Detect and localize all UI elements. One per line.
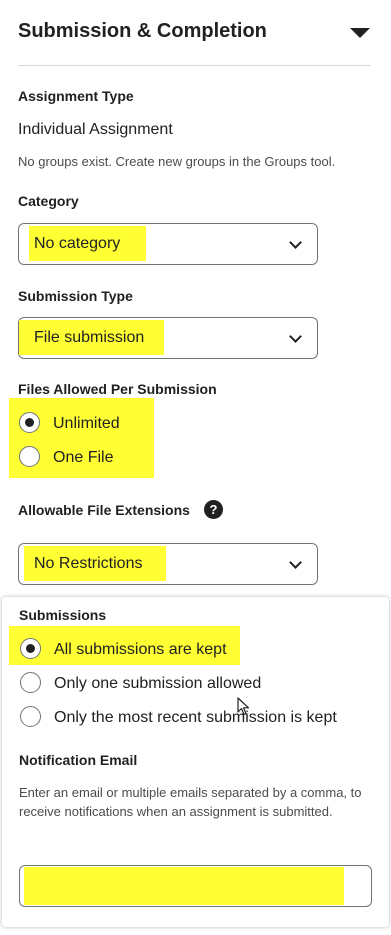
category-label: Category: [18, 193, 79, 209]
radio-option-all-kept[interactable]: All submissions are kept: [0, 635, 300, 665]
section-title: Submission & Completion: [18, 20, 267, 42]
category-selected-value: No category: [34, 235, 121, 252]
radio-label-unlimited: Unlimited: [53, 415, 120, 432]
notification-email-label: Notification Email: [19, 752, 138, 768]
file-extensions-select[interactable]: No Restrictions: [18, 543, 318, 585]
chevron-down-icon: [289, 236, 302, 249]
assignment-type-label: Assignment Type: [18, 88, 134, 104]
radio-button[interactable]: [20, 672, 41, 693]
submissions-label: Submissions: [19, 607, 107, 623]
radio-option-unlimited[interactable]: Unlimited: [0, 410, 200, 440]
chevron-down-icon: [289, 556, 302, 569]
notification-email-field[interactable]: [19, 865, 372, 907]
mouse-pointer-icon: [237, 697, 250, 716]
collapse-caret-icon[interactable]: [350, 28, 370, 38]
notification-email-input[interactable]: [20, 866, 371, 906]
file-extensions-label: Allowable File Extensions: [18, 502, 190, 518]
radio-button[interactable]: [20, 706, 41, 727]
notification-email-description: Enter an email or multiple emails separa…: [19, 785, 362, 819]
assignment-type-value: Individual Assignment: [18, 121, 173, 138]
radio-option-most-recent[interactable]: Only the most recent submission is kept: [0, 704, 360, 734]
assignment-type-note: No groups exist. Create new groups in th…: [18, 154, 336, 169]
radio-label-one-file: One File: [53, 449, 114, 466]
radio-label-one-allowed: Only one submission allowed: [54, 675, 262, 692]
radio-button[interactable]: [19, 446, 40, 467]
files-allowed-label: Files Allowed Per Submission: [18, 381, 217, 397]
submission-completion-panel: Submission & Completion Assignment Type …: [0, 0, 391, 935]
radio-selected-dot: [25, 418, 34, 427]
radio-button[interactable]: [19, 412, 40, 433]
section-divider: [18, 65, 371, 66]
radio-label-all-kept: All submissions are kept: [54, 641, 227, 658]
radio-option-one-file[interactable]: One File: [0, 445, 200, 475]
radio-selected-dot: [26, 644, 35, 653]
radio-button[interactable]: [20, 638, 41, 659]
chevron-down-icon: [289, 330, 302, 343]
question-circle-icon[interactable]: ?: [204, 500, 223, 519]
file-extensions-selected-value: No Restrictions: [34, 555, 143, 572]
radio-option-one-allowed[interactable]: Only one submission allowed: [0, 670, 300, 700]
submission-type-selected-value: File submission: [34, 329, 145, 346]
submission-type-select[interactable]: File submission: [18, 317, 318, 359]
radio-label-most-recent: Only the most recent submission is kept: [54, 709, 337, 726]
submission-type-label: Submission Type: [18, 288, 133, 304]
category-select[interactable]: No category: [18, 223, 318, 265]
